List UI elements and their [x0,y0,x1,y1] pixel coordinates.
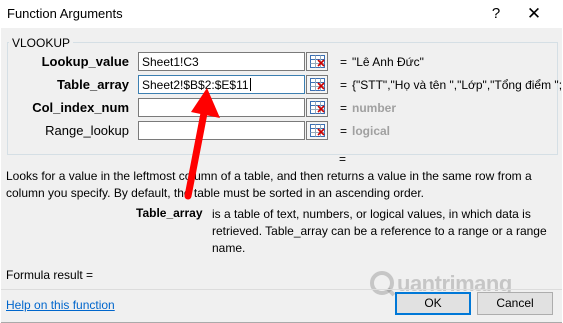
collapse-range-icon[interactable] [306,52,328,71]
equals-sign: = [340,55,348,69]
ok-button[interactable]: OK [395,292,471,315]
argument-help-name: Table_array [136,206,203,220]
argument-result: "Lê Anh Đức" [352,55,424,69]
argument-row-range-lookup: Range_lookup = logical [1,120,562,142]
table-array-input[interactable]: Sheet2!$B$2:$E$11 [138,75,305,94]
equals-sign: = [340,101,348,115]
argument-result: logical [352,124,391,138]
argument-row-table-array: Table_array Sheet2!$B$2:$E$11 = {"STT","… [1,74,562,96]
argument-label: Lookup_value [41,54,129,69]
function-name-legend: VLOOKUP [9,36,74,50]
close-button[interactable]: ✕ [521,3,547,25]
range-lookup-input[interactable] [138,121,305,140]
cancel-button[interactable]: Cancel [477,292,553,315]
footer-separator [1,289,562,290]
argument-row-col-index-num: Col_index_num = number [1,97,562,119]
argument-row-lookup-value: Lookup_value Sheet1!C3 = "Lê Anh Đức" [1,51,562,73]
help-on-function-link[interactable]: Help on this function [6,298,115,312]
equals-sign: = [340,124,348,138]
function-description: Looks for a value in the leftmost column… [6,169,532,200]
collapse-range-icon[interactable] [306,98,328,117]
help-button[interactable]: ? [486,4,506,24]
formula-result-label: Formula result = [6,268,94,282]
argument-help-text: is a table of text, numbers, or logical … [212,207,547,255]
dialog-body: VLOOKUP Lookup_value Sheet1!C3 = "Lê Anh… [1,28,562,323]
function-result-equals: = [339,152,347,166]
argument-result: number [352,101,397,115]
collapse-range-icon[interactable] [306,75,328,94]
argument-result: {"STT","Họ và tên ","Lớp","Tổng điểm ";: [352,78,562,92]
argument-label: Table_array [56,77,129,92]
col-index-num-input[interactable] [138,98,305,117]
title-bar: Function Arguments ? ✕ [0,0,563,28]
lookup-value-input[interactable]: Sheet1!C3 [138,52,305,71]
argument-label: Range_lookup [45,123,129,138]
text-caret [249,78,251,91]
collapse-range-icon[interactable] [306,121,328,140]
dialog-title: Function Arguments [7,6,123,21]
input-text: Sheet2!$B$2:$E$11 [142,78,249,92]
argument-label: Col_index_num [32,100,129,115]
equals-sign: = [340,78,348,92]
